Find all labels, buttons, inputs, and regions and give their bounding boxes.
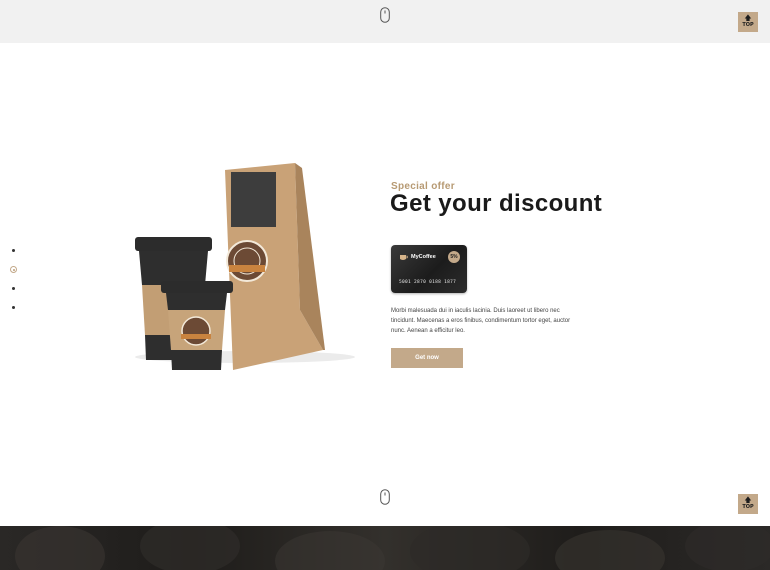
card-number: 5001 2870 0188 1877 xyxy=(399,280,457,285)
coffee-cup-logo-icon xyxy=(400,255,408,260)
pagination-dot-active[interactable] xyxy=(10,266,17,273)
back-to-top-button[interactable]: 🡅 TOP xyxy=(738,494,758,514)
back-to-top-label: TOP xyxy=(742,22,754,28)
coffee-beans-band xyxy=(0,526,770,570)
pagination-dot[interactable] xyxy=(12,306,15,309)
pagination-dot[interactable] xyxy=(12,287,15,290)
discount-badge: 5% xyxy=(448,251,460,263)
offer-title: Get your discount xyxy=(390,190,603,217)
coffee-products-image xyxy=(125,160,370,380)
mouse-scroll-icon[interactable] xyxy=(380,489,390,505)
mouse-scroll-icon[interactable] xyxy=(380,7,390,23)
pagination-dot[interactable] xyxy=(12,249,15,252)
offer-description: Morbi malesuada dui in iaculis lacinia. … xyxy=(391,308,571,334)
card-brand: MyCoffee xyxy=(411,254,436,260)
back-to-top-label: TOP xyxy=(742,504,754,510)
get-now-button[interactable]: Get now xyxy=(391,348,463,368)
back-to-top-button[interactable]: 🡅 TOP xyxy=(738,12,758,32)
discount-card: MyCoffee 5% 5001 2870 0188 1877 xyxy=(391,245,467,293)
